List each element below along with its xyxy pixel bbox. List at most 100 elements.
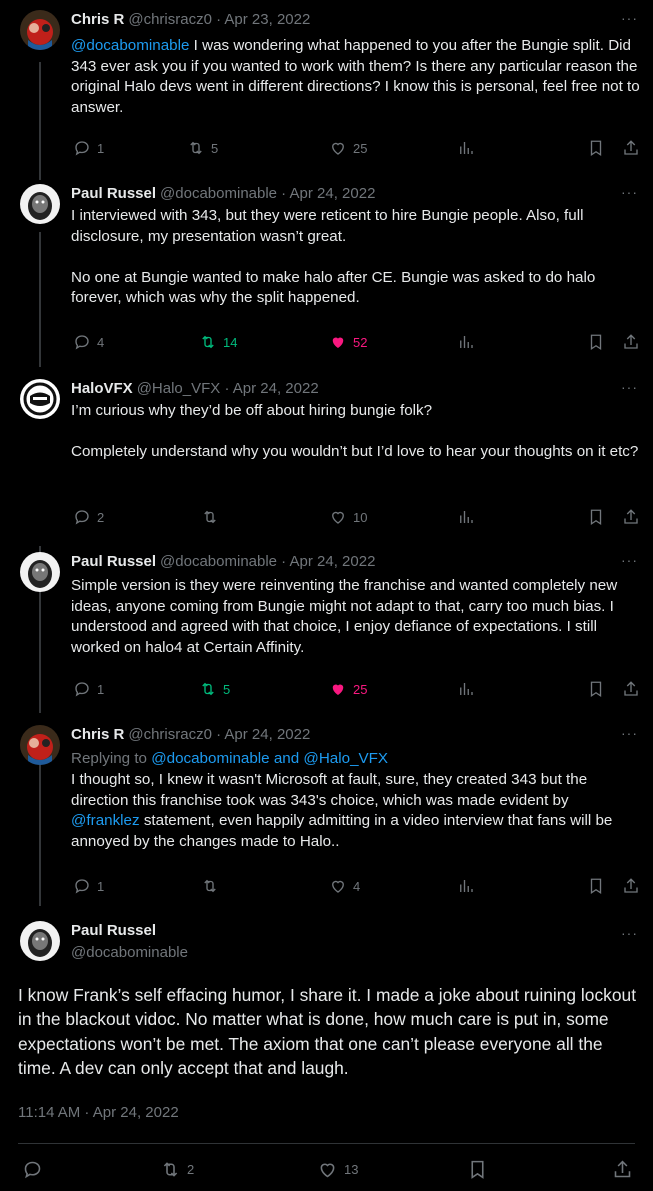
- analytics-icon: [460, 880, 473, 892]
- analytics-icon: [460, 142, 473, 154]
- share-icon: [624, 140, 638, 155]
- reply-count: 2: [97, 509, 105, 525]
- retweet-button[interactable]: 5: [187, 138, 218, 158]
- like-button[interactable]: 4: [329, 876, 360, 896]
- reply-button[interactable]: 1: [73, 876, 104, 896]
- share-button[interactable]: [612, 1159, 633, 1179]
- more-icon[interactable]: ···: [621, 726, 637, 740]
- bookmark-button[interactable]: [587, 507, 605, 527]
- retweet-button[interactable]: [201, 507, 219, 527]
- tweet[interactable]: Chris R @chrisracz0 · Apr 24, 2022 ··· R…: [0, 725, 653, 900]
- tweet-text-content: statement, even happily admitting in a v…: [71, 812, 617, 850]
- timestamp[interactable]: 11:14 AM · Apr 24, 2022: [18, 1104, 179, 1121]
- more-icon[interactable]: ···: [621, 553, 637, 567]
- avatar[interactable]: [20, 725, 60, 765]
- handle-and-date[interactable]: @docabominable · Apr 24, 2022: [160, 552, 375, 572]
- tweet[interactable]: HaloVFX @Halo_VFX · Apr 24, 2022 ··· I’m…: [0, 379, 653, 534]
- share-button[interactable]: [622, 138, 640, 158]
- replying-to: Replying to @docabominable and @Halo_VFX: [71, 749, 641, 770]
- display-name[interactable]: Chris R: [71, 10, 124, 30]
- like-button[interactable]: 10: [329, 507, 367, 527]
- bookmark-icon: [471, 1160, 484, 1179]
- share-button[interactable]: [622, 876, 640, 896]
- retweet-button[interactable]: 5: [199, 679, 230, 699]
- display-name[interactable]: Paul Russel: [71, 922, 156, 939]
- views-button[interactable]: [457, 876, 475, 896]
- reply-icon: [75, 879, 89, 894]
- handle-and-date[interactable]: @chrisracz0 · Apr 24, 2022: [128, 725, 310, 745]
- more-icon[interactable]: ···: [621, 380, 637, 394]
- share-button[interactable]: [622, 507, 640, 527]
- retweet-icon: [190, 141, 202, 155]
- views-button[interactable]: [457, 679, 475, 699]
- main-tweet-text: I know Frank’s self effacing humor, I sh…: [18, 985, 637, 1079]
- views-button[interactable]: [457, 332, 475, 352]
- tweet[interactable]: Paul Russel @docabominable · Apr 24, 202…: [0, 184, 653, 359]
- retweet-count: 14: [223, 334, 238, 350]
- retweet-button[interactable]: 14: [199, 332, 237, 352]
- mention-link[interactable]: @franklez: [71, 812, 140, 829]
- share-icon: [624, 878, 638, 893]
- handle-and-date[interactable]: @docabominable · Apr 24, 2022: [160, 184, 375, 204]
- replying-to-link[interactable]: @docabominable and @Halo_VFX: [151, 750, 388, 767]
- avatar[interactable]: [20, 552, 60, 592]
- bookmark-button[interactable]: [587, 876, 605, 896]
- handle-and-date[interactable]: @Halo_VFX · Apr 24, 2022: [137, 379, 319, 399]
- like-button[interactable]: 25: [329, 679, 367, 699]
- bookmark-icon: [590, 878, 602, 895]
- heart-icon: [332, 684, 344, 695]
- display-name[interactable]: Chris R: [71, 725, 124, 745]
- views-button[interactable]: [457, 138, 475, 158]
- bookmark-button[interactable]: [467, 1159, 488, 1179]
- like-count: 4: [353, 878, 361, 894]
- retweet-icon: [202, 682, 214, 696]
- more-icon[interactable]: ···: [621, 11, 637, 25]
- bookmark-button[interactable]: [587, 138, 605, 158]
- share-button[interactable]: [622, 332, 640, 352]
- tweet-text: I’m curious why they’d be off about hiri…: [71, 402, 639, 460]
- retweet-button[interactable]: 2: [160, 1159, 194, 1179]
- like-button[interactable]: 25: [329, 138, 367, 158]
- tweet[interactable]: Chris R @chrisracz0 · Apr 23, 2022 ··· @…: [0, 10, 653, 170]
- tweet-text-content: I thought so, I knew it wasn't Microsoft…: [71, 771, 592, 809]
- reply-button[interactable]: 2: [73, 507, 104, 527]
- reply-button[interactable]: 1: [73, 138, 104, 158]
- reply-button[interactable]: [22, 1159, 43, 1179]
- handle[interactable]: @docabominable: [71, 944, 188, 961]
- heart-icon: [332, 337, 344, 348]
- retweet-button[interactable]: [201, 876, 219, 896]
- like-count: 13: [344, 1161, 359, 1177]
- like-button[interactable]: 52: [329, 332, 367, 352]
- like-count: 10: [353, 509, 368, 525]
- bookmark-button[interactable]: [587, 679, 605, 699]
- reply-button[interactable]: 1: [73, 679, 104, 699]
- analytics-icon: [460, 511, 473, 523]
- retweet-count: 2: [187, 1161, 195, 1177]
- display-name[interactable]: Paul Russel: [71, 552, 156, 572]
- tweet-text: I thought so, I knew it wasn't Microsoft…: [71, 770, 641, 852]
- share-button[interactable]: [622, 679, 640, 699]
- tweet-text: @docabominable I was wondering what happ…: [71, 36, 641, 118]
- divider: [18, 1143, 635, 1144]
- tweet[interactable]: Paul Russel @docabominable · Apr 24, 202…: [0, 552, 653, 707]
- tweet-text: I interviewed with 343, but they were re…: [71, 207, 596, 306]
- bookmark-icon: [590, 509, 602, 526]
- views-button[interactable]: [457, 507, 475, 527]
- more-icon[interactable]: ···: [621, 926, 637, 940]
- avatar[interactable]: [20, 184, 60, 224]
- avatar[interactable]: [20, 921, 60, 961]
- avatar[interactable]: [20, 379, 60, 419]
- reply-icon: [75, 510, 89, 525]
- bookmark-button[interactable]: [587, 332, 605, 352]
- display-name[interactable]: Paul Russel: [71, 184, 156, 204]
- share-icon: [624, 334, 638, 349]
- handle-and-date[interactable]: @chrisracz0 · Apr 23, 2022: [128, 10, 310, 30]
- avatar[interactable]: [20, 10, 60, 50]
- retweet-icon: [202, 335, 214, 349]
- more-icon[interactable]: ···: [621, 185, 637, 199]
- mention-link[interactable]: @docabominable: [71, 37, 189, 54]
- like-button[interactable]: 13: [317, 1159, 358, 1179]
- reply-icon: [75, 141, 89, 156]
- display-name[interactable]: HaloVFX: [71, 379, 133, 399]
- reply-button[interactable]: 4: [73, 332, 104, 352]
